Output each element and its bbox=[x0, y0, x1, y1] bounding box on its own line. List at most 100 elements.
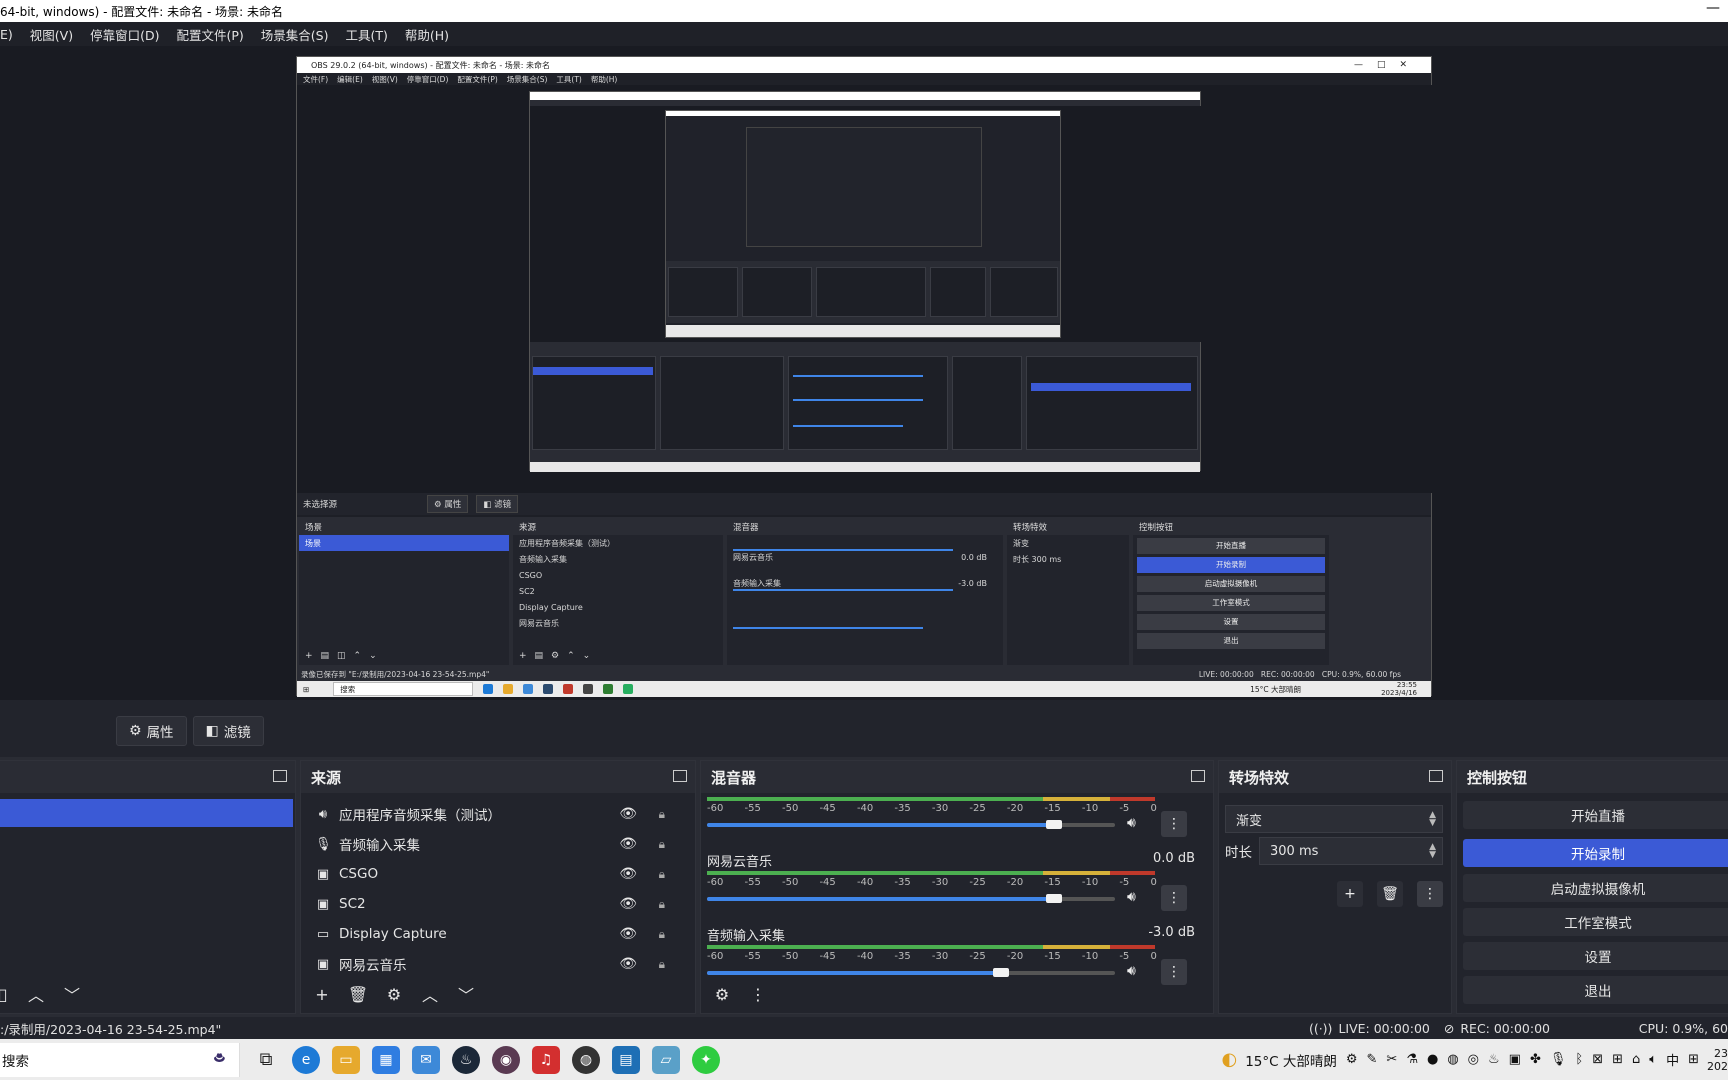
source-item[interactable]: 🔊︎ 应用程序音频采集（测试） 👁︎ 🔒︎ bbox=[301, 799, 695, 829]
tray-app-icon[interactable]: ⚙ bbox=[1346, 1052, 1358, 1067]
source-item[interactable]: 🎙︎ 音频输入采集 👁︎ 🔒︎ bbox=[301, 829, 695, 859]
source-item[interactable]: ▣ SC2 👁︎ 🔒︎ bbox=[301, 889, 695, 919]
lock-icon[interactable]: 🔒︎ bbox=[659, 897, 665, 912]
filters-button[interactable]: ◧ 滤镜 bbox=[192, 716, 264, 746]
network-icon[interactable]: ⌂ bbox=[1632, 1052, 1640, 1067]
volume-slider-handle[interactable] bbox=[993, 968, 1009, 977]
speaker-icon[interactable]: 🔊︎ bbox=[1127, 815, 1136, 831]
studio-mode-button[interactable]: 工作室模式 bbox=[1463, 908, 1728, 936]
lock-icon[interactable]: 🔒︎ bbox=[659, 957, 665, 972]
menu-tools[interactable]: 工具(T) bbox=[345, 25, 387, 44]
lock-icon[interactable]: 🔒︎ bbox=[659, 927, 665, 942]
file-explorer-icon[interactable]: ▭ bbox=[332, 1045, 360, 1074]
visibility-eye-icon[interactable]: 👁︎ bbox=[619, 896, 637, 912]
transition-select[interactable]: 渐变 ▲ ▼ bbox=[1225, 805, 1443, 833]
visibility-eye-icon[interactable]: 👁︎ bbox=[619, 866, 637, 882]
source-properties-button[interactable]: ⚙ bbox=[379, 981, 409, 1007]
notepad-icon[interactable]: ▱ bbox=[652, 1045, 680, 1074]
bluetooth-icon[interactable]: ᛒ bbox=[1575, 1052, 1583, 1067]
lock-icon[interactable]: 🔒︎ bbox=[659, 807, 665, 822]
filter-icon: ◧ bbox=[205, 723, 219, 739]
exit-button[interactable]: 退出 bbox=[1463, 976, 1728, 1004]
menu-edit[interactable]: E) bbox=[0, 27, 13, 42]
tray-app-icon[interactable]: ◎ bbox=[1468, 1052, 1479, 1067]
remove-source-button[interactable]: 🗑︎ bbox=[343, 981, 373, 1007]
obs-icon[interactable]: ◍ bbox=[572, 1045, 600, 1074]
steam-icon[interactable]: ♨ bbox=[452, 1045, 480, 1074]
add-transition-button[interactable]: + bbox=[1337, 881, 1363, 907]
lock-icon[interactable]: 🔒︎ bbox=[659, 837, 665, 852]
visibility-eye-icon[interactable]: 👁︎ bbox=[619, 926, 637, 942]
transition-properties-kebab-icon[interactable]: ⋮ bbox=[1417, 881, 1443, 907]
tray-app-icon[interactable]: ✂ bbox=[1386, 1052, 1397, 1067]
tray-app-icon[interactable]: ⊠ bbox=[1592, 1052, 1603, 1067]
channel-menu-kebab-icon[interactable]: ⋮ bbox=[1161, 811, 1187, 837]
mail-icon[interactable]: ✉ bbox=[412, 1045, 440, 1074]
start-virtual-camera-button[interactable]: 启动虚拟摄像机 bbox=[1463, 874, 1728, 902]
scene-filter-icon[interactable]: ◧ bbox=[0, 981, 15, 1007]
remove-transition-button[interactable]: 🗑︎ bbox=[1377, 881, 1403, 907]
mixer-menu-kebab-icon[interactable]: ⋮ bbox=[743, 981, 773, 1007]
move-scene-down-button[interactable]: ﹀ bbox=[57, 981, 87, 1007]
task-view-icon[interactable]: ⧉ bbox=[252, 1046, 280, 1074]
visibility-eye-icon[interactable]: 👁︎ bbox=[619, 836, 637, 852]
menu-help[interactable]: 帮助(H) bbox=[405, 25, 449, 44]
add-source-button[interactable]: + bbox=[307, 981, 337, 1007]
tray-app-icon[interactable]: ▣ bbox=[1509, 1052, 1521, 1067]
db-scale-tick: -40 bbox=[856, 877, 874, 888]
tray-app-icon[interactable]: ● bbox=[1427, 1052, 1438, 1067]
app-green-icon[interactable]: ✦ bbox=[692, 1045, 720, 1074]
mixer-settings-gear-icon[interactable]: ⚙ bbox=[707, 981, 737, 1007]
tray-app-icon[interactable]: ✎ bbox=[1367, 1052, 1378, 1067]
undock-icon[interactable] bbox=[673, 770, 687, 782]
visibility-eye-icon[interactable]: 👁︎ bbox=[619, 806, 637, 822]
channel-menu-kebab-icon[interactable]: ⋮ bbox=[1161, 959, 1187, 985]
edge-browser-icon[interactable]: e bbox=[292, 1045, 320, 1074]
menu-scene-collection[interactable]: 场景集合(S) bbox=[261, 25, 329, 44]
clock[interactable]: 23 202 bbox=[1707, 1047, 1728, 1073]
duration-spinbox[interactable]: 300 ms ▲ ▼ bbox=[1259, 837, 1443, 865]
tray-app-icon[interactable]: ◍ bbox=[1447, 1052, 1458, 1067]
volume-slider-handle[interactable] bbox=[1046, 894, 1062, 903]
ime-mode-icon[interactable]: ⊞ bbox=[1688, 1052, 1699, 1067]
channel-menu-kebab-icon[interactable]: ⋮ bbox=[1161, 885, 1187, 911]
move-source-up-button[interactable]: ︿ bbox=[415, 981, 445, 1007]
source-item[interactable]: ▣ CSGO 👁︎ 🔒︎ bbox=[301, 859, 695, 889]
start-streaming-button[interactable]: 开始直播 bbox=[1463, 801, 1728, 829]
minimize-icon[interactable]: — bbox=[1706, 0, 1720, 16]
menu-docks[interactable]: 停靠窗口(D) bbox=[90, 25, 159, 44]
settings-button[interactable]: 设置 bbox=[1463, 942, 1728, 970]
scene-item-selected[interactable] bbox=[0, 799, 293, 827]
microphone-icon[interactable]: 🎙︎ bbox=[1550, 1052, 1567, 1067]
db-scale-tick: -30 bbox=[931, 803, 949, 814]
move-source-down-button[interactable]: ﹀ bbox=[451, 981, 481, 1007]
menu-view[interactable]: 视图(V) bbox=[30, 25, 73, 44]
tray-app-icon[interactable]: ⊞ bbox=[1612, 1052, 1623, 1067]
undock-icon[interactable] bbox=[273, 770, 287, 782]
tray-app-icon[interactable]: ✤ bbox=[1530, 1052, 1541, 1067]
source-item[interactable]: ▣ 网易云音乐 👁︎ 🔒︎ bbox=[301, 949, 695, 979]
taskbar-search[interactable]: 搜索 🎩︎ bbox=[0, 1042, 240, 1077]
lock-icon[interactable]: 🔒︎ bbox=[659, 867, 665, 882]
tray-app-icon[interactable]: ⚗ bbox=[1406, 1052, 1418, 1067]
start-recording-button[interactable]: 开始录制 bbox=[1463, 839, 1728, 867]
speaker-icon[interactable]: 🔊︎ bbox=[1127, 963, 1136, 979]
microsoft-store-icon[interactable]: ▦ bbox=[372, 1045, 400, 1074]
source-item[interactable]: ▭ Display Capture 👁︎ 🔒︎ bbox=[301, 919, 695, 949]
volume-icon[interactable]: 🔈︎ bbox=[1649, 1052, 1657, 1067]
undock-icon[interactable] bbox=[1191, 770, 1205, 782]
tray-app-icon[interactable]: ♨ bbox=[1488, 1052, 1500, 1067]
menu-profile[interactable]: 配置文件(P) bbox=[176, 25, 243, 44]
undock-icon[interactable] bbox=[1429, 770, 1443, 782]
move-scene-up-button[interactable]: ︿ bbox=[21, 981, 51, 1007]
properties-button[interactable]: ⚙ 属性 bbox=[116, 716, 187, 746]
preview-canvas[interactable]: OBS 29.0.2 (64-bit, windows) - 配置文件: 未命名… bbox=[0, 46, 1728, 700]
visibility-eye-icon[interactable]: 👁︎ bbox=[619, 956, 637, 972]
music-player-icon[interactable]: ◉ bbox=[492, 1045, 520, 1074]
calculator-icon[interactable]: ▤ bbox=[612, 1045, 640, 1074]
volume-slider-handle[interactable] bbox=[1046, 820, 1062, 829]
netease-music-icon[interactable]: ♫ bbox=[532, 1045, 560, 1074]
speaker-icon: 🔊︎ bbox=[318, 806, 328, 822]
speaker-icon[interactable]: 🔊︎ bbox=[1127, 889, 1136, 905]
ime-indicator[interactable]: 中 bbox=[1666, 1050, 1679, 1069]
